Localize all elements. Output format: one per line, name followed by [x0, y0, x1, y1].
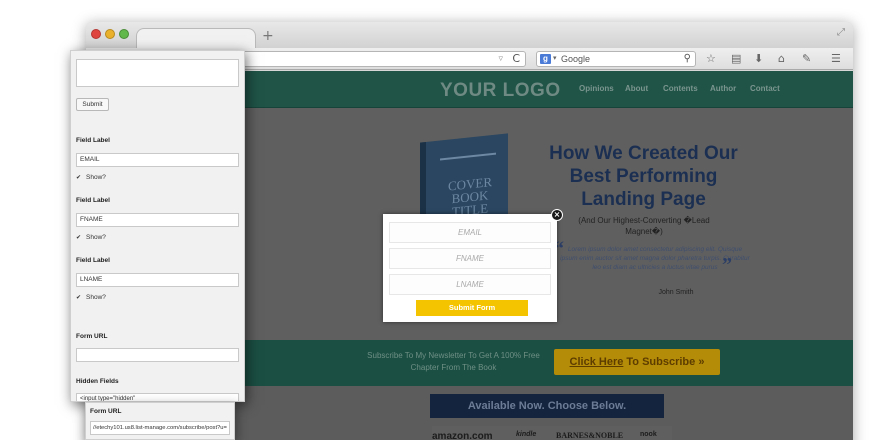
modal-lname-field[interactable]: LNAME: [389, 274, 551, 295]
field-input-email[interactable]: EMAIL: [76, 153, 239, 167]
checkmark-icon: ✔: [76, 294, 82, 301]
form-settings-panel: Submit Field Label EMAIL ✔ Show? Field La…: [70, 50, 245, 402]
hero-headline: How We Created Our Best Performing Landi…: [549, 143, 738, 210]
window-close-button[interactable]: [91, 29, 101, 39]
testimonial-author: John Smith: [658, 289, 694, 296]
second-form-url-label: Form URL: [90, 408, 122, 415]
available-heading: Available Now. Choose Below.: [430, 394, 664, 418]
fullscreen-icon[interactable]: ⤢: [837, 27, 845, 38]
nav-link-about[interactable]: About: [625, 84, 648, 93]
modal-close-icon[interactable]: ×: [551, 209, 563, 221]
field-label-heading-2: Field Label: [76, 197, 110, 204]
show-checkbox-lname[interactable]: ✔ Show?: [76, 294, 106, 302]
modal-submit-button[interactable]: Submit Form: [416, 300, 528, 316]
address-bar[interactable]: ▿ C: [226, 51, 526, 67]
site-logo[interactable]: YOUR LOGO: [440, 80, 561, 102]
nook-logo[interactable]: nook: [640, 431, 657, 438]
reload-icon[interactable]: C: [512, 52, 520, 66]
hero-subhead: (And Our Highest-Converting �Lead Magnet…: [578, 216, 710, 236]
kindle-logo[interactable]: kindle: [516, 431, 536, 438]
subscribe-text: Subscribe To My Newsletter To Get A 100%…: [367, 351, 540, 372]
barnes-noble-logo[interactable]: BARNES&NOBLE: [556, 431, 623, 440]
download-icon[interactable]: ⬇: [754, 51, 763, 67]
nav-link-contact[interactable]: Contact: [750, 84, 780, 93]
nav-link-opinions[interactable]: Opinions: [579, 84, 614, 93]
vendor-logos: amazon.com kindle BARNES&NOBLE nook: [432, 426, 672, 440]
screenshot-stage: + ⤢ ▿ C g ▾ Google ⚲ ☆ ▤ ⬇ ⌂ ✎ ☰ YOUR LO…: [0, 0, 890, 440]
form-url-panel: Form URL //etechy101.us8.list-manage.com…: [85, 402, 235, 440]
amazon-logo[interactable]: amazon.com: [432, 431, 493, 440]
home-icon[interactable]: ⌂: [778, 51, 785, 67]
search-icon[interactable]: ⚲: [684, 52, 691, 66]
hidden-fields-label: Hidden Fields: [76, 378, 119, 385]
new-tab-button[interactable]: +: [262, 28, 274, 44]
window-maximize-button[interactable]: [119, 29, 129, 39]
field-input-fname[interactable]: FNAME: [76, 213, 239, 227]
form-url-label: Form URL: [76, 333, 108, 340]
second-form-url-input[interactable]: //etechy101.us8.list-manage.com/subscrib…: [90, 421, 230, 435]
subscribe-cta-button[interactable]: Click Here To Subscribe »: [554, 349, 720, 375]
search-bar[interactable]: g ▾ Google ⚲: [536, 51, 696, 67]
modal-fname-field[interactable]: FNAME: [389, 248, 551, 269]
browser-titlebar: + ⤢: [86, 22, 853, 48]
search-placeholder: Google: [561, 54, 591, 64]
field-label-heading-1: Field Label: [76, 137, 110, 144]
optin-modal: EMAIL FNAME LNAME Submit Form: [383, 214, 557, 322]
clipboard-icon[interactable]: ▤: [731, 51, 741, 67]
field-input-lname[interactable]: LNAME: [76, 273, 239, 287]
field-label-heading-3: Field Label: [76, 257, 110, 264]
book-cover-text: COVER BOOK TITLE: [447, 174, 493, 220]
book-ornament: [440, 152, 496, 161]
cta-rest-text: To Subscribe: [623, 356, 696, 368]
modal-email-field[interactable]: EMAIL: [389, 222, 551, 243]
addon-icon[interactable]: ✎: [802, 51, 811, 67]
engine-dropdown-icon[interactable]: ▾: [553, 52, 557, 66]
browser-tab[interactable]: [136, 28, 256, 48]
form-url-input[interactable]: [76, 348, 239, 362]
settings-textarea[interactable]: [76, 59, 239, 87]
chevron-right-icon: »: [698, 356, 705, 368]
checkmark-icon: ✔: [76, 234, 82, 241]
google-engine-icon[interactable]: g: [540, 54, 551, 64]
hidden-fields-textarea[interactable]: <input type="hidden": [76, 393, 239, 401]
window-minimize-button[interactable]: [105, 29, 115, 39]
nav-link-contents[interactable]: Contents: [663, 84, 698, 93]
menu-icon[interactable]: ☰: [831, 51, 841, 67]
cta-link-text[interactable]: Click Here: [570, 356, 624, 368]
show-checkbox-fname[interactable]: ✔ Show?: [76, 234, 106, 242]
settings-submit-button[interactable]: Submit: [76, 98, 109, 111]
show-checkbox-email[interactable]: ✔ Show?: [76, 174, 106, 182]
nav-link-author[interactable]: Author: [710, 84, 736, 93]
url-dropdown-icon[interactable]: ▿: [498, 52, 503, 66]
close-quote-icon: ”: [722, 254, 732, 276]
checkmark-icon: ✔: [76, 174, 82, 181]
bookmark-star-icon[interactable]: ☆: [706, 51, 716, 67]
